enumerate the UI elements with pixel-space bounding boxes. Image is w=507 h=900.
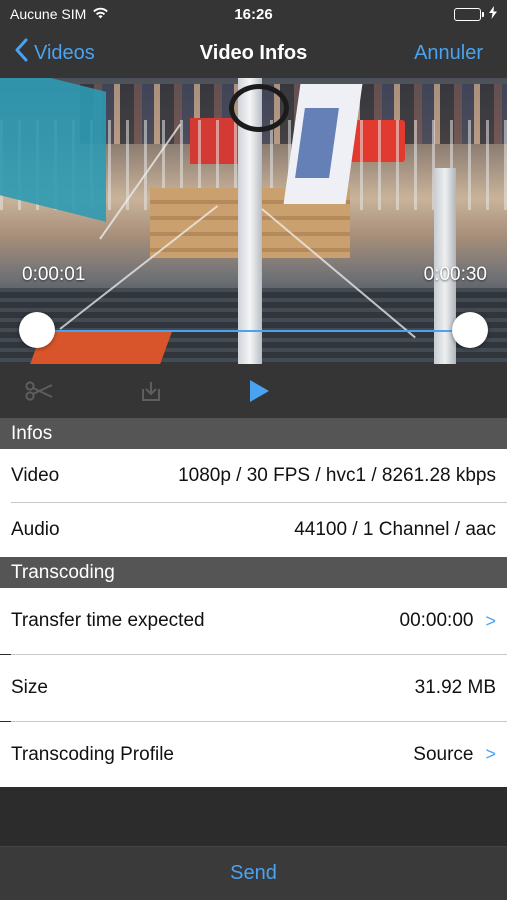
video-info-label: Video: [11, 465, 60, 486]
navigation-bar: Videos Video Infos Annuler: [0, 28, 507, 78]
export-icon[interactable]: [136, 364, 166, 418]
size-label: Size: [11, 677, 48, 698]
status-bar: Aucune SIM 16:26: [0, 0, 507, 28]
send-button[interactable]: Send: [230, 862, 277, 885]
play-icon[interactable]: [244, 364, 274, 418]
video-steering-wheel: [229, 84, 289, 132]
trim-start-time: 0:00:01: [22, 264, 86, 285]
cancel-button[interactable]: Annuler: [414, 42, 483, 65]
back-button-label: Videos: [34, 41, 95, 64]
transcoding-profile-value: Source: [413, 743, 474, 765]
size-row: Size 31.92 MB: [0, 655, 507, 721]
chevron-right-icon: >: [485, 744, 496, 764]
transcoding-profile-row[interactable]: Transcoding Profile Source >: [0, 722, 507, 787]
transfer-time-row[interactable]: Transfer time expected 00:00:00 >: [0, 588, 507, 654]
scissors-icon[interactable]: [24, 364, 54, 418]
transcoding-profile-label: Transcoding Profile: [11, 743, 174, 765]
transcoding-section-header: Transcoding: [0, 557, 507, 588]
trim-start-handle[interactable]: [19, 312, 55, 348]
carrier-label: Aucune SIM: [10, 6, 87, 22]
empty-area: [0, 787, 507, 846]
send-bar: Send: [0, 846, 507, 900]
trim-track[interactable]: [37, 330, 470, 332]
infos-section-header: Infos: [0, 418, 507, 449]
size-value: 31.92 MB: [414, 677, 496, 698]
video-info-row: Video 1080p / 30 FPS / hvc1 / 8261.28 kb…: [0, 449, 507, 503]
audio-info-row: Audio 44100 / 1 Channel / aac: [0, 503, 507, 557]
video-preview[interactable]: 0:00:01 0:00:30: [0, 78, 507, 364]
back-button[interactable]: Videos: [14, 38, 95, 68]
charging-bolt-icon: [489, 6, 497, 22]
chevron-right-icon: >: [485, 610, 496, 631]
transfer-time-value: 00:00:00: [399, 610, 474, 631]
trim-end-handle[interactable]: [452, 312, 488, 348]
chevron-left-icon: [14, 38, 28, 68]
video-info-value: 1080p / 30 FPS / hvc1 / 8261.28 kbps: [178, 465, 496, 486]
trim-end-time: 0:00:30: [423, 264, 487, 285]
audio-info-value: 44100 / 1 Channel / aac: [294, 519, 496, 540]
player-toolbar: [0, 364, 507, 418]
battery-icon: [454, 7, 484, 21]
wifi-icon: [92, 6, 109, 22]
status-right: [454, 6, 497, 22]
status-left: Aucune SIM: [10, 6, 109, 22]
audio-info-label: Audio: [11, 519, 60, 540]
transfer-time-label: Transfer time expected: [11, 610, 205, 631]
